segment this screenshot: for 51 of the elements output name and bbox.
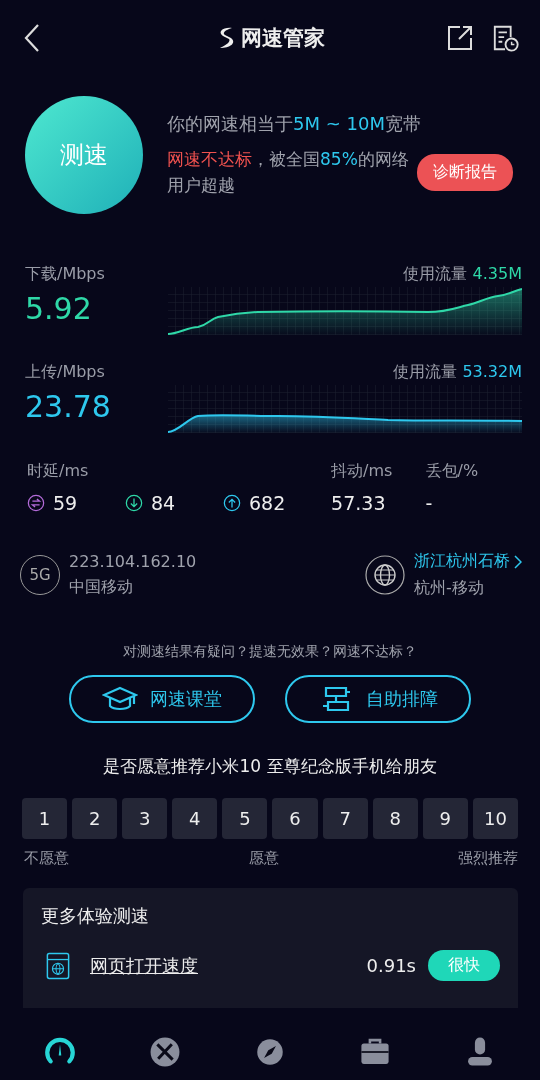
share-icon[interactable] [446,24,474,52]
globe-icon [365,555,405,595]
usage-text: 使用流量 53.32M [393,362,522,383]
score-button[interactable]: 6 [272,798,318,839]
speed-value: 23.78 [25,389,112,424]
bandwidth-text: 你的网速相当于5M ~ 10M宽带 [167,111,422,136]
card-title: 更多体验测速 [41,905,149,926]
recommend-question: 是否愿意推荐小米10 至尊纪念版手机给朋友 [102,755,438,778]
latency-value: 682 [249,492,286,514]
test-link[interactable]: 网页打开速度 [90,953,367,978]
score-button[interactable]: 1 [22,798,68,839]
score-button[interactable]: 2 [72,798,118,839]
speed-value: 5.92 [25,291,93,326]
history-icon[interactable] [492,24,520,52]
speed-label: 上传/Mbps [25,362,106,383]
server-link[interactable]: 浙江杭州石桥 [414,551,522,572]
verdict-badge: 很快 [428,950,500,981]
help-button[interactable]: 自助排障 [285,675,471,723]
scale-label: 不愿意 [24,849,69,868]
latency-value: 84 [151,492,176,514]
jitter-value: 57.33 [331,492,387,514]
app-title: 网速管家 [241,25,325,52]
chevron-icon [514,554,522,569]
speed-label: 下载/Mbps [25,264,106,285]
score-button[interactable]: 4 [172,798,218,839]
ranking-text: 网速不达标，被全国85%的网络用户超越 [167,147,410,197]
server-carrier: 杭州-移动 [414,578,485,599]
score-button[interactable]: 8 [372,798,418,839]
help-button[interactable]: 网速课堂 [69,675,255,723]
score-button[interactable]: 5 [222,798,268,839]
packet-loss-value: - [425,492,434,514]
latency-label: 时延/ms [27,461,90,482]
score-button[interactable]: 7 [322,798,368,839]
scale-label: 愿意 [248,849,279,868]
packet-loss-label: 丢包/% [425,461,480,482]
usage-text: 使用流量 4.35M [403,264,522,285]
latency-value: 59 [53,492,78,514]
back-icon[interactable] [24,23,40,53]
score-button[interactable]: 9 [422,798,468,839]
scale-label: 强烈推荐 [458,849,518,868]
load-time: 0.91s [366,955,416,976]
swap-arrows-icon [27,494,45,512]
carrier-name: 中国移动 [69,577,134,598]
jitter-label: 抖动/ms [331,461,394,482]
help-question: 对测速结果有疑问？提速无效果？网速不达标？ [122,643,418,661]
report-button[interactable]: 诊断报告 [417,153,513,191]
graduation-cap-icon [102,685,138,713]
score-button[interactable]: 10 [472,798,518,839]
score-button[interactable]: 3 [122,798,168,839]
browser-icon [46,951,70,980]
ip-address: 223.104.162.10 [69,552,197,571]
